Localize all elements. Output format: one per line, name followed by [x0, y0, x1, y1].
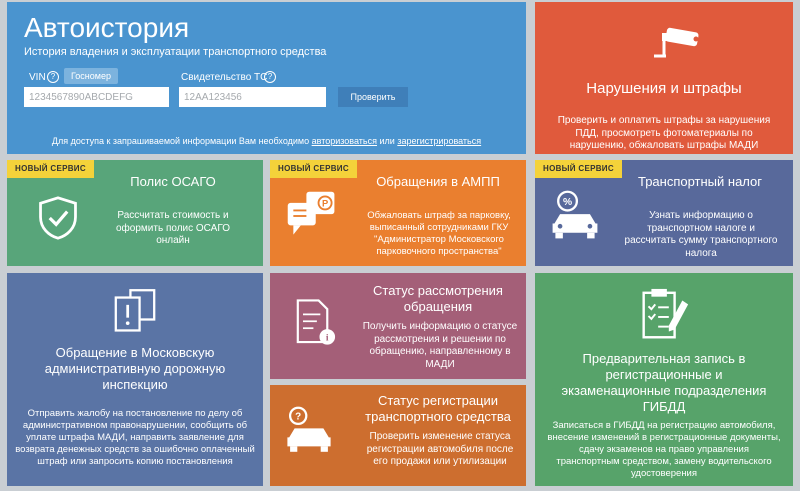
gibdd-appointment-tile[interactable]: Предварительная запись в регистрационные…: [535, 273, 793, 486]
check-button[interactable]: Проверить: [338, 87, 408, 107]
chat-parking-icon: P: [287, 191, 335, 235]
registration-status-description: Проверить изменение статуса регистрации …: [366, 431, 514, 467]
violations-title: Нарушения и штрафы: [586, 80, 742, 97]
appeal-status-title: Статус рассмотрения обращения: [373, 283, 503, 314]
certificate-label: Свидетельство ТС: [181, 72, 268, 83]
car-question-icon: ?: [287, 406, 331, 452]
new-service-badge: НОВЫЙ СЕРВИС: [270, 160, 357, 178]
svg-text:?: ?: [295, 411, 301, 422]
transport-tax-title: Транспортный налог: [637, 174, 763, 189]
violations-description: Проверить и оплатить штрафы за нарушения…: [557, 115, 771, 151]
login-link[interactable]: авторизоваться: [312, 136, 377, 146]
svg-text:%: %: [563, 197, 572, 208]
gosnomer-tab[interactable]: Госномер: [64, 68, 118, 84]
gibdd-appointment-description: Записаться в ГИБДД на регистрацию автомо…: [547, 420, 781, 479]
osago-title: Полис ОСАГО: [130, 174, 216, 189]
svg-text:i: i: [326, 333, 329, 343]
certificate-input[interactable]: [179, 87, 326, 107]
document-alert-icon: [114, 289, 156, 332]
svg-text:P: P: [322, 199, 328, 209]
ampp-tile[interactable]: НОВЫЙ СЕРВИС P Обращения в АМПП Обжалова…: [270, 160, 526, 266]
clipboard-check-icon: [642, 288, 689, 339]
ampp-title: Обращения в АМПП: [376, 174, 500, 189]
vin-help-icon[interactable]: ?: [47, 71, 59, 83]
certificate-help-icon[interactable]: ?: [264, 71, 276, 83]
transport-tax-description: Узнать информацию о транспортном налоге …: [624, 210, 778, 259]
camera-icon: [654, 27, 699, 58]
register-link[interactable]: зарегистрироваться: [397, 136, 481, 146]
new-service-badge: НОВЫЙ СЕРВИС: [7, 160, 94, 178]
violations-tile[interactable]: Нарушения и штрафы Проверить и оплатить …: [535, 2, 793, 154]
osago-description: Рассчитать стоимость и оформить полис ОС…: [116, 210, 230, 246]
shield-check-icon: [39, 196, 77, 240]
ampp-description: Обжаловать штраф за парковку, выписанный…: [367, 210, 511, 257]
new-service-badge: НОВЫЙ СЕРВИС: [535, 160, 622, 178]
page-title: Автоистория: [24, 12, 190, 43]
registration-status-tile[interactable]: ? Статус регистрации транспортного средс…: [270, 385, 526, 486]
vin-input[interactable]: [24, 87, 169, 107]
madi-appeal-description: Отправить жалобу на постановление по дел…: [15, 408, 255, 467]
vin-label: VIN: [29, 72, 46, 83]
appeal-status-description: Получить информацию о статусе рассмотрен…: [362, 321, 518, 370]
appeal-status-tile[interactable]: i Статус рассмотрения обращения Получить…: [270, 273, 526, 379]
access-notice: Для доступа к запрашиваемой информации В…: [51, 136, 482, 146]
madi-appeal-tile[interactable]: Обращение в Московскую административную …: [7, 273, 263, 486]
madi-appeal-title: Обращение в Московскую административную …: [44, 345, 226, 392]
page-subtitle: История владения и эксплуатации транспор…: [24, 46, 327, 58]
transport-tax-tile[interactable]: НОВЫЙ СЕРВИС % Транспортный налог Узнать…: [535, 160, 793, 266]
registration-status-title: Статус регистрации транспортного средств…: [365, 393, 511, 424]
autohistory-panel: Автоистория История владения и эксплуата…: [7, 2, 526, 154]
osago-tile[interactable]: НОВЫЙ СЕРВИС Полис ОСАГО Рассчитать стои…: [7, 160, 263, 266]
document-info-icon: i: [296, 299, 336, 345]
car-percent-icon: %: [552, 190, 598, 239]
gibdd-appointment-title: Предварительная запись в регистрационные…: [561, 351, 767, 414]
